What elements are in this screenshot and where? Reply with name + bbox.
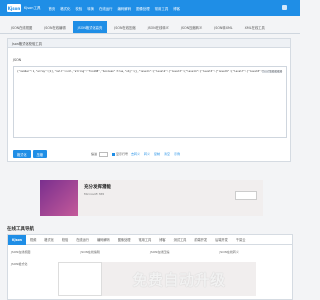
escape-link[interactable]: 转义 [144,152,150,156]
tools-tab-validate[interactable]: 校验 [58,237,72,242]
json-text: {"number":1,"array":[1],"null":null,"str… [17,70,263,73]
nav-items: 首页 格式化 校验 转换 在线运行 编码解码 图像处理 常用工具 博客 [48,6,185,11]
format-panel: Json格式化校验工具 JSON {"number":1,"array":[1]… [7,38,291,162]
tools-tab-frontend[interactable]: 前端开发 [190,237,211,242]
nav-item-image[interactable]: 图像处理 [136,6,150,11]
tools-tab-image[interactable]: 图像处理 [114,237,135,242]
bottom-ad-text: 免费自动升级 [132,270,226,289]
tools-tab-format[interactable]: 格式化 [40,237,58,242]
nav-item-blog[interactable]: 博客 [173,6,180,11]
tools-tab-common[interactable]: 常用工具 [134,237,155,242]
tab-json-view[interactable]: JSON在线视图 [6,21,37,33]
tab-json-edit[interactable]: JSON在线编辑 [39,21,70,33]
ad-title: 充分发挥潜能 [84,185,111,190]
indent-label: 缩进 [90,152,97,156]
nav-item-validate[interactable]: 校验 [75,6,82,11]
tool-link[interactable]: JSON在线编辑 [81,250,151,254]
ad-button[interactable] [235,191,257,200]
tools-nav-tabs: Kjson 视频 格式化 校验 在线运行 编码解码 图像处理 常用工具 博客 测… [8,234,292,245]
tab-json-format[interactable]: JSON格式化高亮 [72,21,108,33]
tab-json-escape[interactable]: JSON在线转义 [143,21,174,33]
tools-tab-test[interactable]: 测试工具 [170,237,191,242]
compress-button[interactable]: 压缩 [32,150,47,158]
tools-tab-backend[interactable]: 后端开发 [211,237,232,242]
tools-tab-qianyi[interactable]: 千易云 [232,237,250,242]
json-label: JSON [13,58,22,62]
line-number-checkbox[interactable] [111,152,115,156]
panel-heading: Json格式化校验工具 [8,39,290,48]
unescape-link[interactable]: 去转义 [131,152,140,156]
nav-item-run[interactable]: 在线运行 [99,6,113,11]
copy-link[interactable]: 复制 [154,152,160,156]
json-input[interactable]: {"number":1,"array":[1],"null":null,"str… [13,66,287,138]
format-button[interactable]: 格式化 [13,150,31,158]
tool-link[interactable]: JSON在线视图 [11,250,81,254]
tab-json-compress[interactable]: JSON在线压缩 [109,21,140,33]
nav-item-convert[interactable]: 转换 [87,6,94,11]
nav-item-tools[interactable]: 常用工具 [155,6,169,11]
tools-tab-video[interactable]: 视频 [26,237,40,242]
indent-select[interactable] [98,151,108,157]
json-text-tail: "..."}}}}}}}} [262,70,283,73]
tool-tabs: JSON在线视图 JSON在线编辑 JSON格式化高亮 JSON在线压缩 JSO… [0,21,300,34]
tools-tab-kjson[interactable]: Kjson [8,234,26,245]
example-link[interactable]: 示例 [174,152,180,156]
nav-right-icons [282,5,294,11]
nav-section-title: 在线工具导航 [7,227,34,232]
tools-tab-run[interactable]: 在线运行 [72,237,93,242]
tab-xml-tools[interactable]: XML在线工具 [240,21,270,33]
ad-banner[interactable]: 充分发挥潜能 Microsoft 365 [40,180,263,216]
ad-subtitle: Microsoft 365 [84,192,105,196]
tool-link[interactable]: JSON在线压缩 [150,250,220,254]
line-number-label: 显示行号 [115,152,128,156]
tools-tab-encode[interactable]: 编码解码 [93,237,114,242]
action-bar: 格式化 压缩 缩进 显示行号 去转义 转义 复制 清空 示例 [13,150,293,158]
nav-item-encode[interactable]: 编码解码 [118,6,132,11]
tool-link[interactable]: JSON在线转义 [220,250,290,254]
ad-text: 充分发挥潜能 Microsoft 365 [78,180,117,216]
tools-tab-blog[interactable]: 博客 [155,237,169,242]
ad-image [40,180,78,216]
nav-item-home[interactable]: 首页 [48,6,55,11]
top-nav: Kjson Kjson工具 首页 格式化 校验 转换 在线运行 编码解码 图像处… [0,0,300,16]
tab-json-to-xml[interactable]: JSON转XML [209,21,237,33]
site-logo[interactable]: Kjson [7,4,21,12]
logo-subtitle: Kjson工具 [24,5,41,10]
bottom-ad-banner[interactable]: 免费自动升级 [58,262,256,296]
nav-item-format[interactable]: 格式化 [60,6,70,11]
bottom-ad-image [58,262,102,296]
clear-link[interactable]: 清空 [164,152,170,156]
user-icon[interactable] [282,5,287,10]
tab-json-compress-escape[interactable]: JSON压缩转义 [176,21,207,33]
